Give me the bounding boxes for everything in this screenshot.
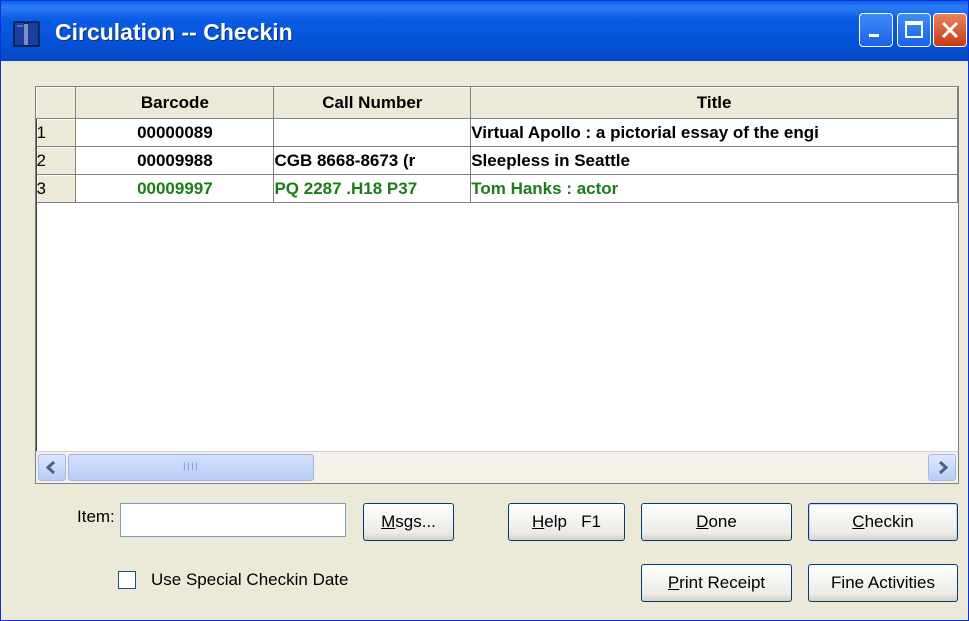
checkin-button[interactable]: Checkin [808, 503, 958, 541]
title-cell[interactable]: Virtual Apollo : a pictorial essay of th… [470, 118, 958, 147]
print-receipt-mnemonic: P [667, 573, 680, 592]
close-button[interactable] [933, 13, 967, 47]
special-checkin-date-checkbox[interactable] [118, 571, 136, 589]
chevron-left-icon [45, 460, 56, 475]
table-row[interactable]: 3 00009997 PQ 2287 .H18 P37 Tom Hanks : … [36, 174, 958, 203]
item-input[interactable] [120, 503, 346, 537]
done-button[interactable]: Done [641, 503, 792, 541]
book-icon [13, 21, 40, 47]
checkin-label: heckin [864, 512, 914, 531]
print-receipt-button[interactable]: Print Receipt [641, 564, 792, 602]
items-table: Barcode Call Number Title 1 00000089 Vir… [36, 87, 958, 203]
title-bar[interactable]: Circulation -- Checkin [1, 1, 968, 61]
checkin-window: Circulation -- Checkin Barcode Call Numb… [0, 0, 969, 621]
barcode-cell[interactable]: 00009988 [75, 146, 275, 175]
call-number-cell[interactable]: PQ 2287 .H18 P37 [273, 174, 472, 203]
row-number[interactable]: 3 [36, 174, 77, 203]
help-mnemonic: H [532, 512, 545, 531]
print-receipt-label: rint Receipt [679, 573, 766, 592]
title-cell[interactable]: Sleepless in Seattle [470, 146, 958, 175]
call-number-cell[interactable]: CGB 8668-8673 (r [273, 146, 472, 175]
checkin-grid[interactable]: Barcode Call Number Title 1 00000089 Vir… [35, 86, 959, 484]
chevron-right-icon [938, 460, 949, 475]
help-button[interactable]: Help F1 [508, 503, 625, 541]
scroll-right-button[interactable] [928, 454, 956, 481]
table-header-row: Barcode Call Number Title [36, 87, 958, 119]
scroll-left-button[interactable] [38, 454, 66, 481]
column-header-call-number[interactable]: Call Number [273, 87, 472, 119]
item-label: Item: [77, 507, 115, 526]
minimize-button[interactable] [859, 13, 893, 47]
column-header-barcode[interactable]: Barcode [75, 87, 275, 119]
row-number[interactable]: 2 [36, 146, 77, 175]
column-header-title[interactable]: Title [470, 87, 958, 119]
grid-corner [36, 87, 77, 119]
barcode-cell[interactable]: 00000089 [75, 118, 275, 147]
checkin-mnemonic: C [852, 512, 865, 531]
help-label: elp F1 [544, 512, 601, 531]
close-icon [941, 21, 959, 39]
fine-activities-button[interactable]: Fine Activities [808, 564, 958, 602]
special-checkin-date-label[interactable]: Use Special Checkin Date [151, 570, 348, 590]
msgs-mnemonic: M [381, 512, 396, 531]
scroll-thumb[interactable]: IIII [68, 454, 314, 481]
horizontal-scrollbar[interactable]: IIII [36, 451, 958, 483]
msgs-label: sgs... [395, 512, 436, 531]
maximize-icon [905, 21, 923, 38]
done-label: one [708, 512, 737, 531]
table-row[interactable]: 2 00009988 CGB 8668-8673 (r Sleepless in… [36, 146, 958, 175]
done-mnemonic: D [696, 512, 709, 531]
table-row[interactable]: 1 00000089 Virtual Apollo : a pictorial … [36, 118, 958, 147]
row-number[interactable]: 1 [36, 118, 77, 147]
barcode-cell[interactable]: 00009997 [75, 174, 275, 203]
title-cell[interactable]: Tom Hanks : actor [470, 174, 958, 203]
call-number-cell[interactable] [273, 118, 472, 147]
minimize-icon [869, 34, 879, 37]
window-title: Circulation -- Checkin [55, 19, 293, 45]
msgs-button[interactable]: Msgs... [363, 503, 454, 541]
maximize-button[interactable] [897, 13, 931, 47]
